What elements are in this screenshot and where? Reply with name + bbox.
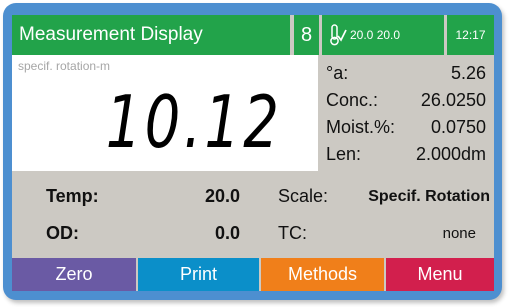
param-value: 2.000dm [415,144,486,164]
zero-button[interactable]: Zero [12,258,136,291]
tc-value: none [442,225,476,242]
menu-button[interactable]: Menu [386,258,494,291]
od-label: OD: [46,223,79,243]
param-label: Conc.: [326,90,379,110]
temperature-readout: 20.0 20.0 [350,28,401,42]
header-bar: Measurement Display 8 20.0 20.0 12:17 [12,15,494,55]
temp-value: 20.0 [204,186,240,206]
clock: 12:17 [447,15,494,55]
display-screen: Measurement Display 8 20.0 20.0 12:17 sp… [12,15,494,291]
mode-indicator: 8 [294,15,319,55]
temp-label: Temp: [46,186,99,206]
unit-label: specif. rotation-m [18,59,111,73]
tc-label: TC: [278,223,307,243]
param-label: Moist.%: [326,117,396,137]
param-label: °a: [326,63,349,83]
param-value: 5.26 [450,63,486,83]
param-value: 26.0250 [420,90,486,110]
param-label: Len: [326,144,362,164]
parameter-list: °a: 5.26 Conc.: 26.0250 Moist.%: 0.0750 … [318,55,494,171]
param-value: 0.0750 [430,117,486,137]
measurement-value: 10.12 [105,80,282,164]
print-button[interactable]: Print [138,258,259,291]
temperature-status: 20.0 20.0 [322,15,444,55]
scale-value: Specif. Rotation [368,188,490,205]
scale-label: Scale: [278,186,329,206]
main-value-panel: specif. rotation-m 10.12 [12,55,318,171]
page-title: Measurement Display [12,15,290,55]
methods-button[interactable]: Methods [261,258,384,291]
thermometer-check-icon [330,24,347,46]
od-value: 0.0 [214,223,240,243]
